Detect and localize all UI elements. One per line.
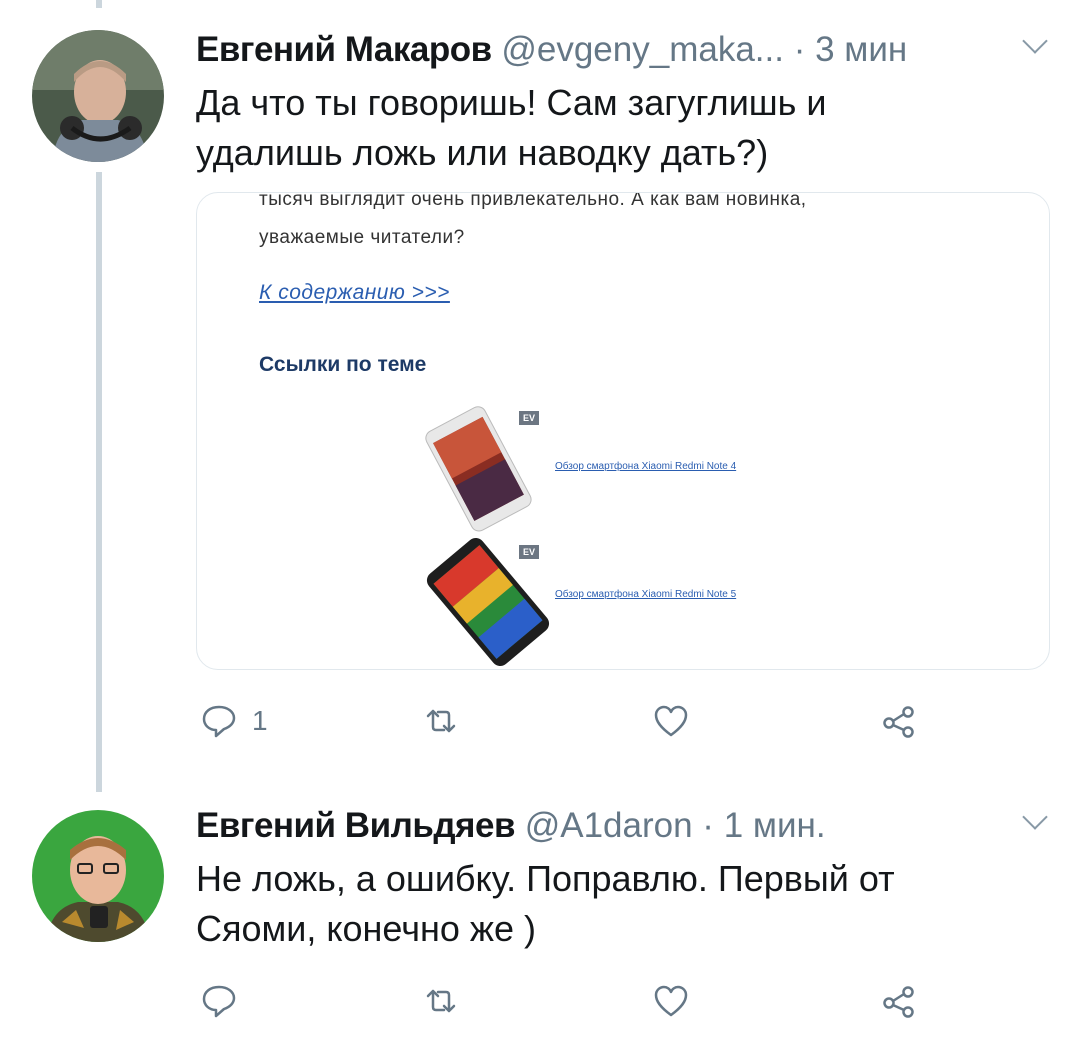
reply-count: 1 xyxy=(252,705,268,736)
tweet-text-line: Не ложь, а ошибку. Поправлю. Первый от xyxy=(196,858,895,899)
tweet-header: Евгений Вильдяев @A1daron · 1 мин. xyxy=(196,806,826,846)
share-button[interactable] xyxy=(880,696,918,746)
related-heading: Ссылки по теме xyxy=(259,353,427,376)
chevron-down-icon[interactable] xyxy=(1022,804,1048,830)
retweet-icon xyxy=(426,989,456,1013)
ev-badge: EV xyxy=(519,545,539,559)
share-button[interactable] xyxy=(880,976,918,1026)
tweet-text: Не ложь, а ошибку. Поправлю. Первый от С… xyxy=(196,854,1036,954)
thread-line xyxy=(96,0,102,8)
like-button[interactable] xyxy=(652,696,690,746)
tweet-actions xyxy=(196,976,956,1026)
reply-button[interactable] xyxy=(200,976,238,1026)
tweet-text-line: удалишь ложь или наводку дать?) xyxy=(196,132,769,173)
author-handle[interactable]: @A1daron xyxy=(525,806,693,845)
tweet-header: Евгений Макаров @evgeny_maka... · 3 мин xyxy=(196,30,907,70)
toc-link: К содержанию >>> xyxy=(259,281,450,304)
tweet-actions: 1 xyxy=(196,696,956,746)
author-name[interactable]: Евгений Вильдяев xyxy=(196,806,515,845)
reply-icon xyxy=(202,705,236,738)
retweet-button[interactable] xyxy=(422,696,460,746)
like-icon xyxy=(654,985,688,1017)
chevron-down-icon[interactable] xyxy=(1022,28,1048,54)
share-icon xyxy=(883,986,914,1018)
related-link: Обзор смартфона Xiaomi Redmi Note 4 xyxy=(555,461,737,472)
phone-image-redmi-note-4 xyxy=(425,406,532,532)
ev-badge: EV xyxy=(519,411,539,425)
retweet-icon xyxy=(426,709,456,733)
share-icon xyxy=(883,706,914,738)
like-icon xyxy=(654,705,688,737)
related-link: Обзор смартфона Xiaomi Redmi Note 5 xyxy=(555,589,737,600)
retweet-button[interactable] xyxy=(422,976,460,1026)
thread-line xyxy=(96,172,102,792)
tweet-text-line: Да что ты говоришь! Сам загуглишь и xyxy=(196,82,827,123)
card-text-line: уважаемые читатели? xyxy=(259,227,465,248)
tweet-text: Да что ты говоришь! Сам загуглишь и удал… xyxy=(196,78,1036,178)
reply-icon xyxy=(202,985,236,1018)
attached-image-card[interactable]: тысяч выглядит очень привлекательно. А к… xyxy=(196,192,1050,670)
avatar[interactable] xyxy=(32,30,164,162)
separator: · xyxy=(702,806,714,845)
author-handle[interactable]: @evgeny_maka... xyxy=(501,30,784,69)
timestamp[interactable]: 3 мин xyxy=(815,30,907,69)
tweet-text-line: Сяоми, конечно же ) xyxy=(196,908,537,949)
timestamp[interactable]: 1 мин. xyxy=(724,806,826,845)
card-text-line: тысяч выглядит очень привлекательно. А к… xyxy=(259,192,807,210)
avatar[interactable] xyxy=(32,810,164,942)
author-name[interactable]: Евгений Макаров xyxy=(196,30,492,69)
like-button[interactable] xyxy=(652,976,690,1026)
separator: · xyxy=(793,30,806,69)
reply-button[interactable]: 1 xyxy=(200,696,268,746)
